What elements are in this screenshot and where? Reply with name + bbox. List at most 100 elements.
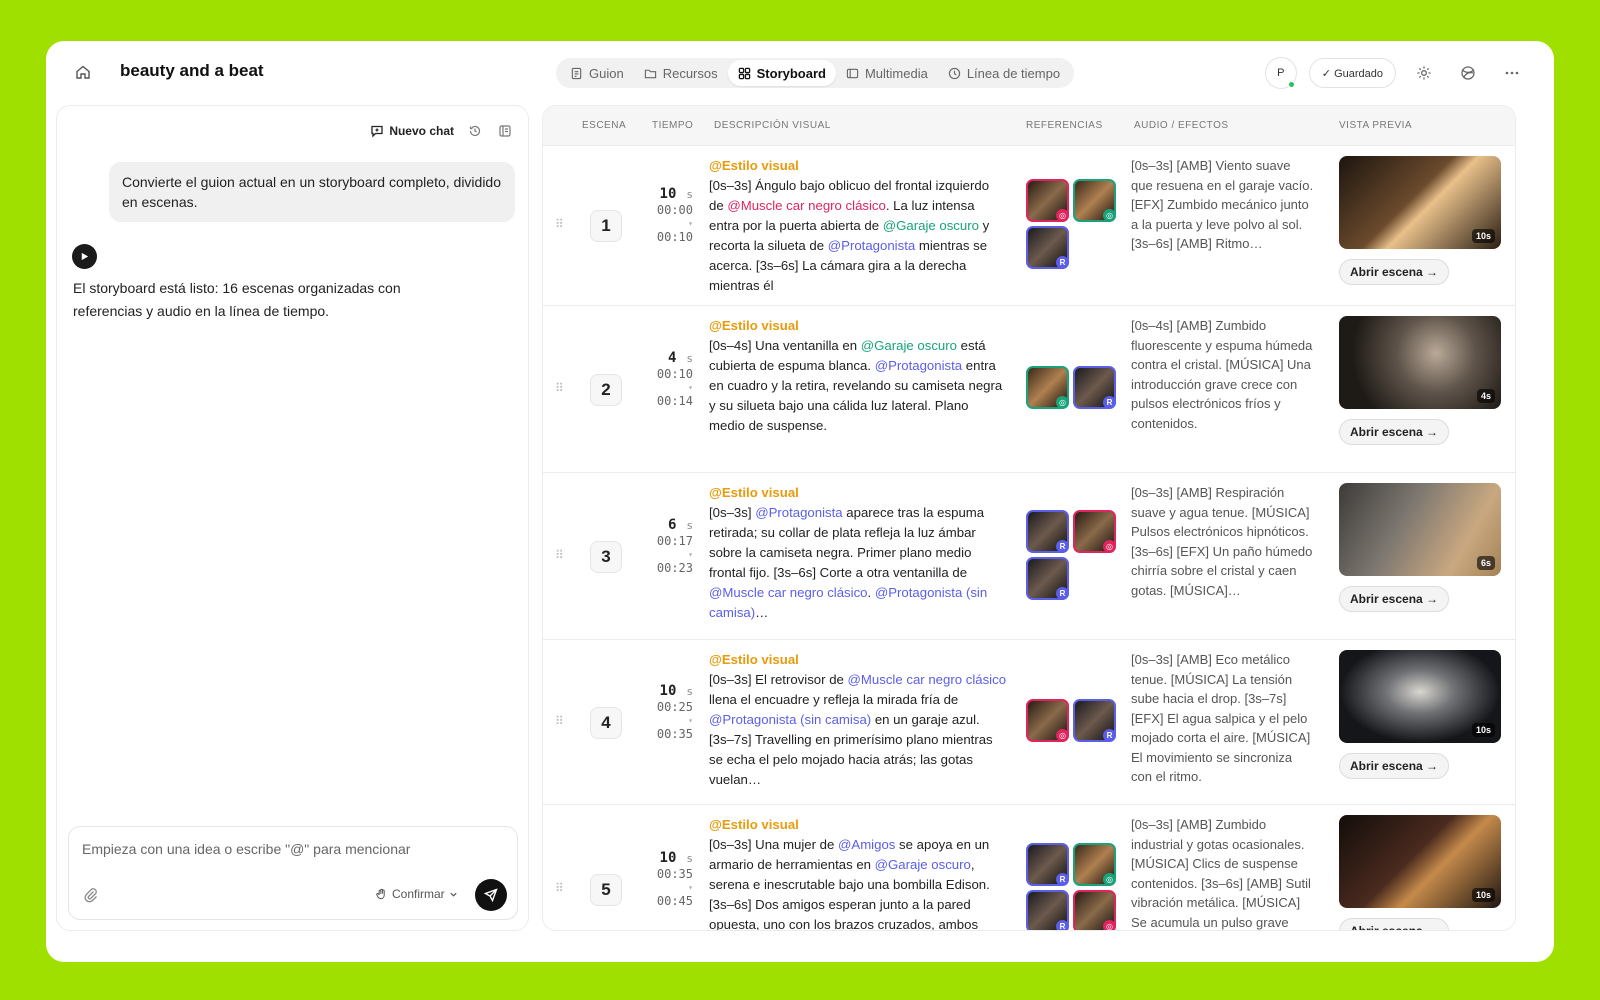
column-header-tiempo: TIEMPO xyxy=(652,120,694,131)
drag-handle-icon[interactable]: ⠿ xyxy=(555,381,565,395)
drag-handle-icon[interactable]: ⠿ xyxy=(555,881,565,895)
send-button[interactable] xyxy=(475,879,507,911)
visual-description[interactable]: @Estilo visual [0s–3s] Ángulo bajo oblicu… xyxy=(709,156,1007,300)
confirm-mode-dropdown[interactable]: Confirmar xyxy=(375,887,458,901)
mention-link[interactable]: @Garaje oscuro xyxy=(883,218,979,233)
reference-thumbnail[interactable]: ◎ xyxy=(1026,179,1069,222)
table-row: ⠿ 4 10 s 00:25 ▾ 00:35 @Estilo visual [0s–3s] El… xyxy=(543,640,1515,805)
preview-thumbnail[interactable]: 10s xyxy=(1339,815,1501,908)
scene-duration: 10 s xyxy=(659,682,693,699)
reference-badge-icon: R xyxy=(1103,396,1116,409)
mention-link[interactable]: @Muscle car negro clásico xyxy=(709,585,868,600)
reference-thumbnail[interactable]: R xyxy=(1026,890,1069,930)
visual-description[interactable]: @Estilo visual [0s–3s] @Protagonista apar… xyxy=(709,483,1007,634)
reference-thumbnail[interactable]: R xyxy=(1073,366,1116,409)
mention-link[interactable]: @Protagonista xyxy=(755,505,842,520)
reference-thumbnail[interactable]: ◎ xyxy=(1073,843,1116,886)
reference-thumbnail[interactable]: ◎ xyxy=(1073,890,1116,930)
reference-thumbnail[interactable]: ◎ xyxy=(1073,509,1116,553)
visual-description[interactable]: @Estilo visual [0s–3s] Una mujer de @Amig… xyxy=(709,815,1007,930)
reference-thumbnail[interactable]: ◎ xyxy=(1073,179,1116,222)
chat-panel: Nuevo chat Convierte el guion actual en … xyxy=(56,105,529,931)
reference-thumbnails: R ◎ R ◎ xyxy=(1026,843,1118,930)
mention-link[interactable]: @Protagonista (sin camisa) xyxy=(709,712,871,727)
scene-end-time: 00:35 xyxy=(656,726,693,741)
preview-thumbnail[interactable]: 10s xyxy=(1339,156,1501,249)
panel-layout-icon[interactable] xyxy=(496,122,514,140)
mention-link[interactable]: @Amigos xyxy=(838,837,895,852)
scene-time: 10 s 00:35 ▾ 00:45 xyxy=(645,850,693,910)
scene-end-time: 00:14 xyxy=(656,393,693,408)
preview-thumbnail[interactable]: 4s xyxy=(1339,316,1501,409)
style-tag[interactable]: @Estilo visual xyxy=(709,483,1007,503)
tab-storyboard[interactable]: Storyboard xyxy=(727,60,836,86)
table-row: ⠿ 5 10 s 00:35 ▾ 00:45 @Estilo visual [0s–3s] Un… xyxy=(543,805,1515,930)
preview-thumbnail[interactable]: 10s xyxy=(1339,650,1501,743)
reference-thumbnail[interactable]: ◎ xyxy=(1026,366,1069,409)
open-scene-button[interactable]: Abrir escena → xyxy=(1339,259,1450,285)
more-options-icon[interactable] xyxy=(1496,57,1528,89)
mention-link[interactable]: @Garaje oscuro xyxy=(875,857,971,872)
new-chat-icon xyxy=(371,125,383,138)
sphere-icon[interactable] xyxy=(1452,57,1484,89)
hand-icon xyxy=(376,888,385,899)
reference-thumbnails: ◎ R xyxy=(1026,699,1118,742)
preview-thumbnail[interactable]: 6s xyxy=(1339,483,1501,576)
style-tag[interactable]: @Estilo visual xyxy=(709,815,1007,835)
reference-thumbnail[interactable]: R xyxy=(1026,226,1069,269)
duration-unit: s xyxy=(686,188,693,201)
visual-description[interactable]: @Estilo visual [0s–4s] Una ventanilla en … xyxy=(709,316,1007,467)
reference-thumbnail[interactable]: ◎ xyxy=(1026,699,1069,742)
reference-thumbnail[interactable]: R xyxy=(1026,843,1069,886)
column-header-referencias: REFERENCIAS xyxy=(1026,120,1103,131)
home-icon[interactable] xyxy=(72,61,94,83)
drag-handle-icon[interactable]: ⠿ xyxy=(555,714,565,728)
reference-badge-icon: R xyxy=(1103,729,1116,742)
settings-gear-icon[interactable] xyxy=(1408,57,1440,89)
reference-badge-icon: ◎ xyxy=(1103,209,1116,222)
app-window: beauty and a beat Guion Recursos Storybo… xyxy=(46,41,1554,962)
mention-link[interactable]: @Protagonista xyxy=(828,238,915,253)
table-header: ESCENA TIEMPO DESCRIPCIÓN VISUAL REFEREN… xyxy=(543,106,1515,146)
open-scene-button[interactable]: Abrir escena → xyxy=(1339,419,1450,445)
style-tag[interactable]: @Estilo visual xyxy=(709,650,1007,670)
saved-status-badge[interactable]: ✓ Guardado xyxy=(1308,58,1396,88)
scene-number: 4 xyxy=(590,706,622,739)
reference-badge-icon: ◎ xyxy=(1103,539,1116,553)
grid-icon xyxy=(738,67,750,79)
user-avatar[interactable]: P xyxy=(1264,57,1297,89)
table-row: ⠿ 2 4 s 00:10 ▾ 00:14 @Estilo visual [0s–4s] Una… xyxy=(543,306,1515,473)
reference-thumbnail[interactable]: R xyxy=(1026,509,1069,553)
drag-handle-icon[interactable]: ⠿ xyxy=(555,548,565,562)
reference-thumbnails: R ◎ R xyxy=(1026,509,1118,600)
reference-thumbnails: ◎ R xyxy=(1026,366,1118,409)
tab-multimedia[interactable]: Multimedia xyxy=(836,60,938,86)
open-scene-button[interactable]: Abrir escena → xyxy=(1339,753,1450,779)
tab-guion[interactable]: Guion xyxy=(560,60,634,86)
drag-handle-icon[interactable]: ⠿ xyxy=(555,217,565,231)
tab-linea-de-tiempo[interactable]: Línea de tiempo xyxy=(938,60,1070,86)
mention-link[interactable]: @Protagonista xyxy=(875,358,962,373)
style-tag[interactable]: @Estilo visual xyxy=(709,156,1007,176)
open-scene-button[interactable]: Abrir escena → xyxy=(1339,586,1450,612)
open-scene-button[interactable]: Abrir escena → xyxy=(1339,918,1450,930)
reference-thumbnail[interactable]: R xyxy=(1073,699,1116,742)
reference-badge-icon: ◎ xyxy=(1056,396,1069,409)
folder-icon xyxy=(644,69,656,78)
reference-thumbnail[interactable]: R xyxy=(1026,556,1069,600)
storyboard-table: ESCENA TIEMPO DESCRIPCIÓN VISUAL REFEREN… xyxy=(542,105,1516,931)
mention-link[interactable]: @Muscle car negro clásico xyxy=(727,198,886,213)
online-status-dot xyxy=(1287,81,1295,88)
audio-effects: [0s–3s] [AMB] Respiración suave y agua t… xyxy=(1131,485,1313,598)
send-icon xyxy=(484,888,498,902)
style-tag[interactable]: @Estilo visual xyxy=(709,316,1007,336)
history-icon[interactable] xyxy=(466,122,484,140)
visual-description[interactable]: @Estilo visual [0s–3s] El retrovisor de @… xyxy=(709,650,1007,799)
mention-link[interactable]: @Muscle car negro clásico xyxy=(848,672,1007,687)
chat-input[interactable]: Empieza con una idea o escribe "@" para … xyxy=(82,841,502,857)
scene-start-time: 00:35 xyxy=(656,867,693,881)
attach-paperclip-icon[interactable] xyxy=(83,887,101,905)
new-chat-button[interactable]: Nuevo chat xyxy=(370,124,454,138)
tab-recursos[interactable]: Recursos xyxy=(634,60,728,86)
mention-link[interactable]: @Garaje oscuro xyxy=(861,338,957,353)
